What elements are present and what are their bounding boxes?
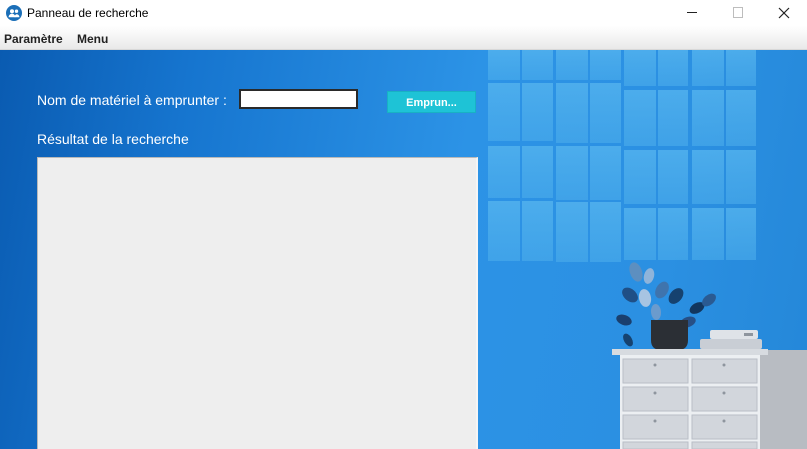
menu-bar: Paramètre Menu [0, 26, 807, 50]
material-name-input[interactable] [239, 89, 358, 109]
users-icon [6, 5, 22, 21]
window-panes [488, 50, 756, 262]
menu-menu[interactable]: Menu [77, 32, 108, 46]
maximize-button[interactable] [715, 0, 761, 26]
close-button[interactable] [761, 0, 807, 26]
window-title: Panneau de recherche [27, 6, 149, 20]
close-icon [778, 7, 790, 19]
minimize-icon [687, 12, 697, 13]
search-result-area[interactable] [37, 157, 478, 449]
search-result-label: Résultat de la recherche [37, 131, 189, 147]
material-name-label: Nom de matériel à emprunter : [37, 92, 227, 108]
menu-parametre[interactable]: Paramètre [4, 32, 63, 46]
minimize-button[interactable] [669, 0, 715, 26]
maximize-icon [733, 7, 743, 18]
borrow-button[interactable]: Emprun... [387, 91, 476, 113]
title-bar: Panneau de recherche [0, 0, 807, 26]
search-panel: Nom de matériel à emprunter : Emprun... … [0, 50, 807, 449]
